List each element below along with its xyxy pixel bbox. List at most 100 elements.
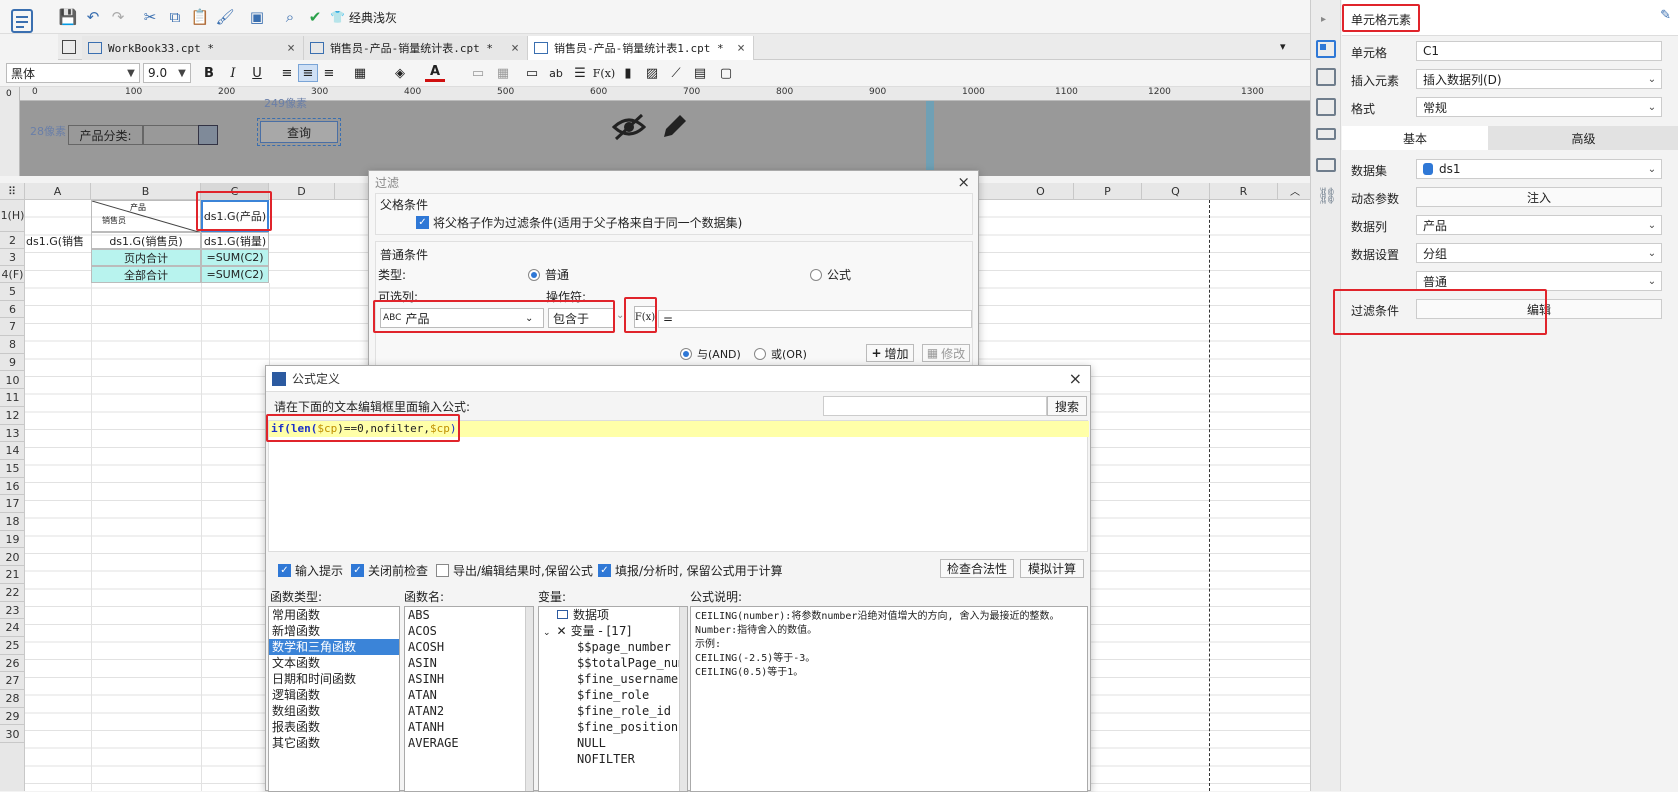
scrollbar[interactable] [525,607,533,791]
copy-icon[interactable]: ⧉ [165,8,185,26]
insert-chart-icon[interactable]: ▮ [618,64,638,82]
data-tab-icon[interactable] [1316,158,1336,172]
list-item[interactable]: 逻辑函数 [269,687,399,703]
check-close-checkbox[interactable]: ✓ 关闭前检查 [351,562,428,579]
category-input[interactable] [143,125,199,145]
list-item[interactable]: $fine_role [539,687,687,703]
list-item[interactable]: ACOS [405,623,533,639]
tab-sales-report-1[interactable]: 销售员-产品-销量统计表1.cpt * × [528,36,754,60]
list-item[interactable]: ATANH [405,719,533,735]
insert-formula-icon[interactable]: F(x) [593,64,615,82]
check-validity-button[interactable]: 检查合法性 [940,559,1014,578]
row-header[interactable]: 4(F) [0,266,25,283]
data-setting-sub-select[interactable]: 普通 ⌄ [1416,271,1662,291]
cell-c1[interactable]: ds1.G(产品) [201,200,269,232]
tab-basic[interactable]: 基本 [1342,126,1488,150]
column-header[interactable]: P [1074,183,1142,200]
save-icon[interactable]: 💾 [58,8,78,26]
row-header[interactable]: 29 [0,708,25,726]
list-item[interactable]: $$totalPage_number [539,655,687,671]
row-header[interactable]: 8 [0,336,25,354]
list-item[interactable]: 新增函数 [269,623,399,639]
insert-image-icon[interactable]: ▨ [642,64,662,82]
split-icon[interactable]: ▦ [493,64,513,82]
modify-button[interactable]: ▦ 修改 [922,344,970,362]
tab-menu-icon[interactable]: ▾ [1280,40,1294,53]
align-left-icon[interactable]: ≡ [277,64,297,82]
and-radio[interactable]: 与(AND) [680,346,741,362]
bold-button[interactable]: B [199,64,219,82]
column-header[interactable]: D [269,183,335,200]
cell-c4[interactable]: =SUM(C2) [201,266,269,283]
search-report-icon[interactable]: ⌕ [280,8,300,26]
type-normal-radio[interactable]: 普通 [528,266,569,283]
cell-b3[interactable]: 页内合计 [91,249,201,266]
row-header[interactable]: 15 [0,460,25,478]
inject-button[interactable]: 注入 [1416,187,1662,207]
paste-icon[interactable]: 📋 [190,8,210,26]
row-header[interactable]: 25 [0,637,25,655]
formula-editor[interactable]: if(len($cp)==0,nofilter,$cp) [268,420,1089,552]
list-item[interactable]: NULL [539,735,687,751]
insert-text-icon[interactable]: ▭ [522,64,542,82]
list-item[interactable]: 数组函数 [269,703,399,719]
list-item[interactable]: 文本函数 [269,655,399,671]
expand-arrow-icon[interactable]: ▸ [1321,14,1326,25]
collapse-up-icon[interactable]: ︿ [1290,183,1300,198]
close-icon[interactable]: × [1069,369,1082,388]
list-item[interactable]: ABS [405,607,533,623]
list-item[interactable]: 报表函数 [269,719,399,735]
check-icon[interactable]: ✔ [305,8,325,26]
export-keep-checkbox[interactable]: 导出/编辑结果时,保留公式 [436,562,593,579]
cell-input[interactable]: C1 [1416,41,1662,61]
list-item[interactable]: $fine_username [539,671,687,687]
list-item[interactable]: $fine_role_id [539,703,687,719]
widget-tab-icon[interactable] [1316,98,1336,116]
row-header[interactable]: 5 [0,283,25,301]
app-menu-icon[interactable] [10,8,36,42]
scrollbar[interactable] [679,607,687,791]
font-family-select[interactable]: 黑体 ▼ [6,63,140,83]
query-button[interactable]: 查询 [257,118,341,146]
cell-expand-icon[interactable]: ▢ [716,64,736,82]
row-header[interactable]: 28 [0,690,25,708]
pin-icon[interactable]: ✎ [1660,8,1671,23]
cell-b4[interactable]: 全部合计 [91,266,201,283]
row-header[interactable]: 1(H) [0,200,25,232]
tab-workbook33[interactable]: WorkBook33.cpt * × [82,36,304,60]
operator-select[interactable]: 包含于 [548,308,614,328]
align-center-icon[interactable]: ≡ [298,64,318,82]
format-select[interactable]: 常规 ⌄ [1416,97,1662,117]
row-header[interactable]: 16 [0,478,25,496]
font-color-icon[interactable]: A [425,64,445,82]
tree-node-dataitem[interactable]: 数据项 [539,607,687,623]
data-setting-select[interactable]: 分组 ⌄ [1416,243,1662,263]
list-item[interactable]: ATAN [405,687,533,703]
category-label-box[interactable]: 产品分类: [68,125,143,145]
close-icon[interactable]: × [737,41,745,56]
fill-keep-checkbox[interactable]: ✓ 填报/分析时, 保留公式用于计算 [598,562,783,579]
edit-filter-button[interactable]: 编辑 [1416,299,1662,319]
column-header[interactable]: A [25,183,91,200]
list-item[interactable]: ASIN [405,655,533,671]
merge-icon[interactable]: ▭ [468,64,488,82]
border-icon[interactable]: ▦ [350,64,370,82]
row-header[interactable]: 12 [0,407,25,425]
insert-slash-icon[interactable]: ⟋ [666,64,686,82]
hide-eye-icon[interactable] [611,113,647,141]
data-column-select[interactable]: 产品 ⌄ [1416,215,1662,235]
column-select[interactable]: ABC 产品 ⌄ [380,308,544,328]
column-header[interactable]: Q [1142,183,1210,200]
list-item[interactable]: ACOSH [405,639,533,655]
edit-pencil-icon[interactable] [660,111,690,141]
cell-c3[interactable]: =SUM(C2) [201,249,269,266]
row-header[interactable]: 3 [0,249,25,266]
function-type-list[interactable]: 常用函数 新增函数 数学和三角函数 文本函数 日期和时间函数 逻辑函数 数组函数… [268,606,400,792]
row-header[interactable]: 6 [0,301,25,319]
align-right-icon[interactable]: ≡ [319,64,339,82]
column-header[interactable]: O [1008,183,1074,200]
variable-tree[interactable]: 数据项 ⌄ ✕ 变量 - [17] $$page_number $$totalPag… [538,606,688,792]
list-item[interactable]: 常用函数 [269,607,399,623]
list-item[interactable]: 数学和三角函数 [269,639,399,655]
row-header[interactable]: 11 [0,389,25,407]
